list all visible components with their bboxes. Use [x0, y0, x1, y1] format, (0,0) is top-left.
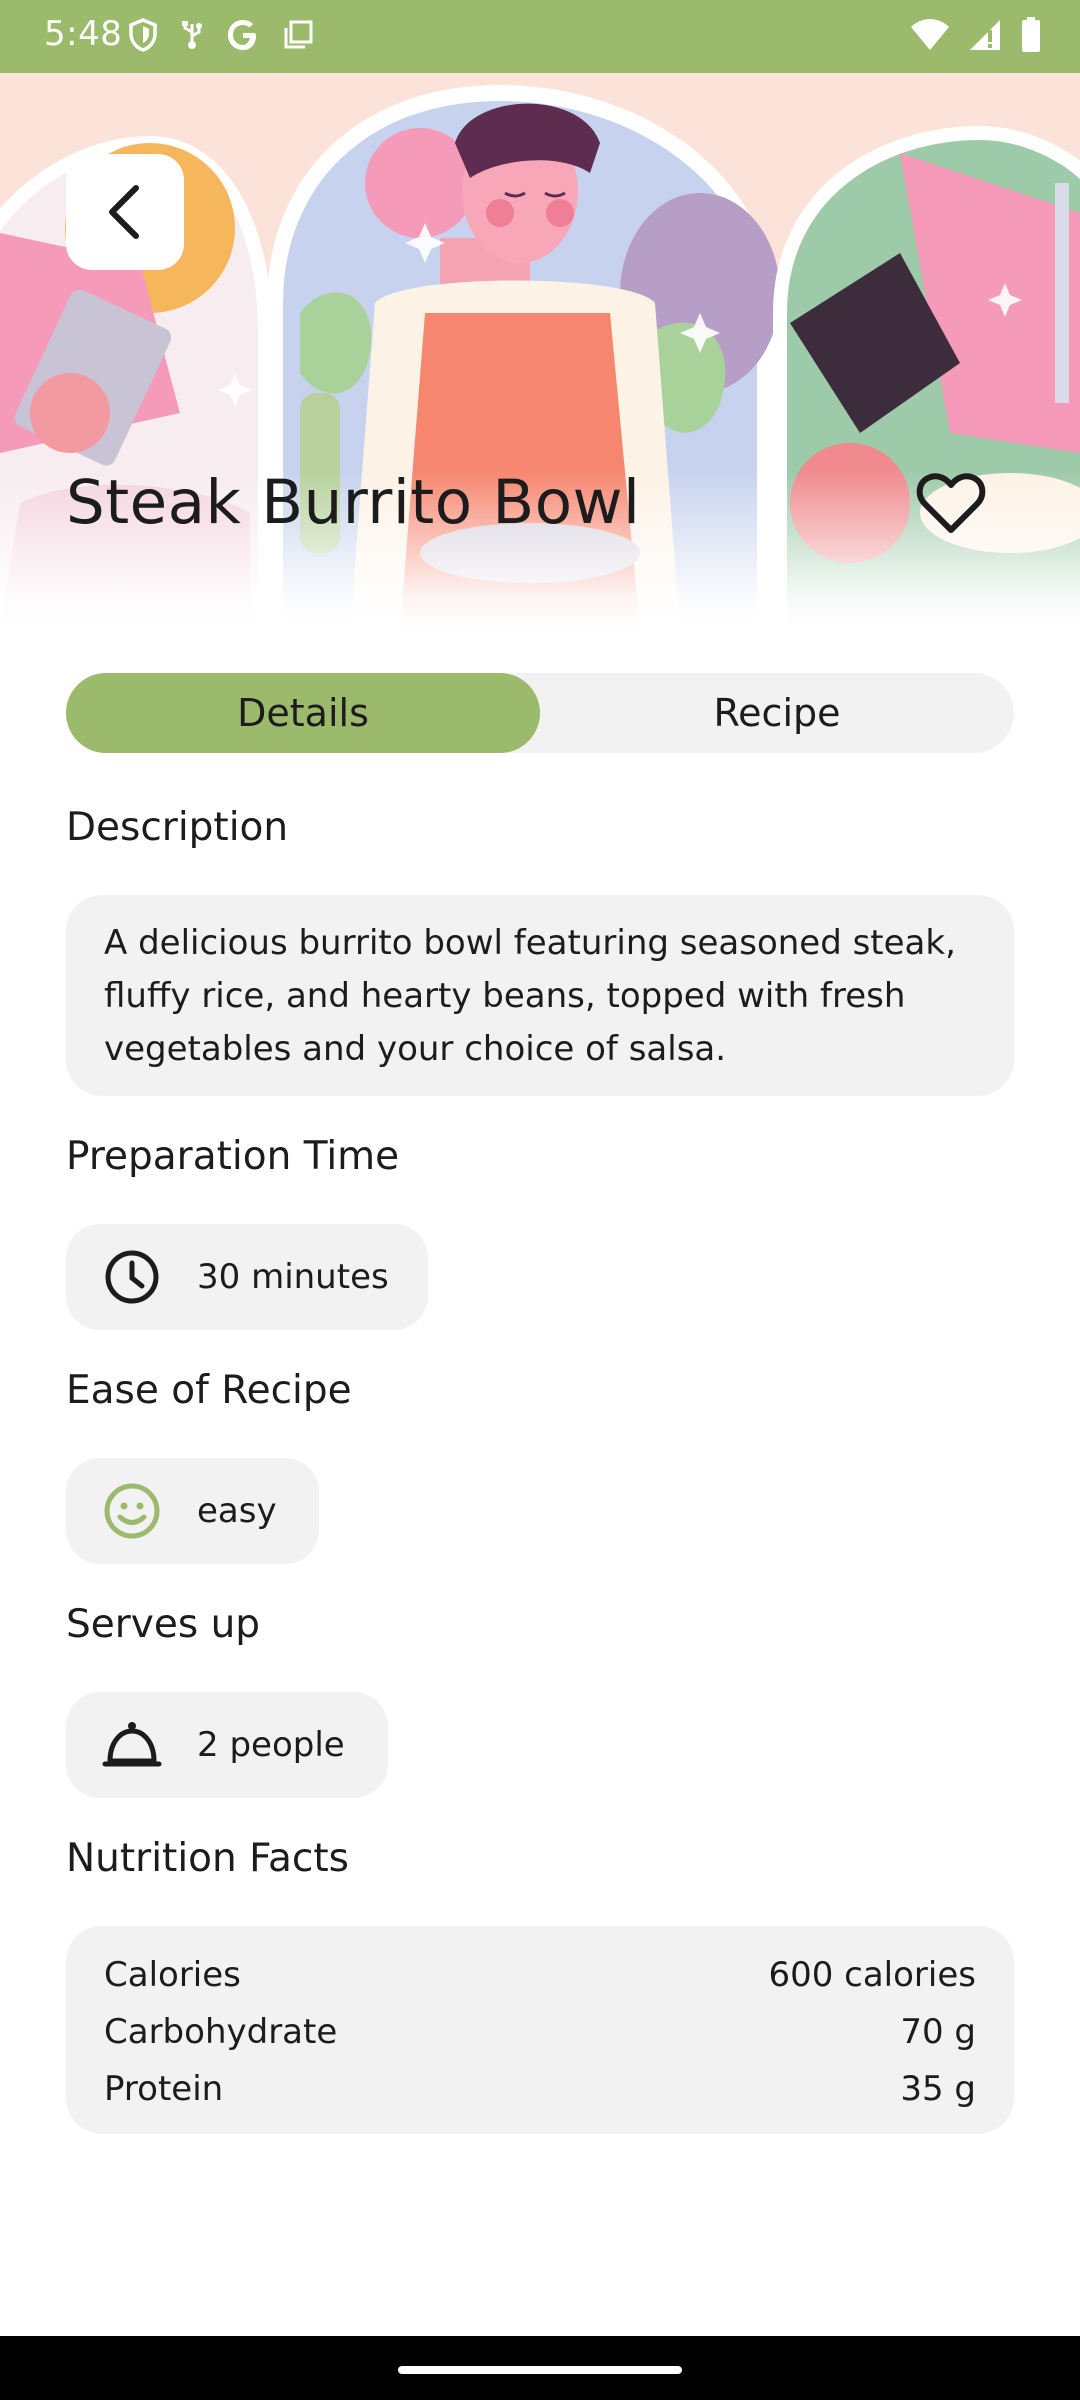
tab-recipe[interactable]: Recipe [540, 673, 1014, 753]
nutrition-card: Calories 600 calories Carbohydrate 70 g … [66, 1926, 1014, 2134]
smiley-icon [102, 1481, 162, 1541]
nutrition-label: Protein [104, 2068, 224, 2109]
serves-heading: Serves up [66, 1602, 261, 1647]
cloche-icon [102, 1715, 162, 1775]
serves-chip: 2 people [66, 1692, 388, 1798]
nutrition-value: 35 g [900, 2068, 976, 2109]
preparation-time-chip: 30 minutes [66, 1224, 428, 1330]
copy-icon [284, 20, 313, 49]
nutrition-value: 70 g [900, 2011, 976, 2052]
tab-details[interactable]: Details [66, 673, 540, 753]
google-icon [228, 20, 256, 50]
nutrition-row: Calories 600 calories [104, 1946, 976, 2003]
nutrition-label: Carbohydrate [104, 2011, 338, 2052]
serves-value: 2 people [197, 1725, 345, 1765]
nutrition-value: 600 calories [768, 1954, 976, 1995]
preparation-time-heading: Preparation Time [66, 1134, 400, 1179]
battery-icon [1022, 17, 1040, 52]
hero-banner: Steak Burrito Bowl [0, 73, 1080, 630]
signal-icon [970, 20, 1000, 50]
description-text: A delicious burrito bowl featuring seaso… [104, 923, 956, 1069]
preparation-time-value: 30 minutes [197, 1257, 389, 1297]
nutrition-row: Protein 35 g [104, 2060, 976, 2117]
recipe-title: Steak Burrito Bowl [66, 467, 641, 538]
favorite-button[interactable] [912, 466, 990, 540]
clock-icon [102, 1247, 162, 1307]
chevron-left-icon [109, 185, 139, 239]
wifi-icon [911, 19, 949, 50]
usb-icon [182, 21, 202, 49]
status-right-icons [910, 17, 1042, 53]
status-bar: 5:48 [0, 0, 1080, 73]
description-card: A delicious burrito bowl featuring seaso… [66, 895, 1014, 1096]
status-time: 5:48 [44, 14, 123, 54]
ease-heading: Ease of Recipe [66, 1368, 352, 1413]
shield-icon [129, 18, 157, 52]
ease-chip: easy [66, 1458, 319, 1564]
back-button[interactable] [66, 154, 184, 270]
home-indicator[interactable] [398, 2366, 682, 2374]
description-heading: Description [66, 805, 289, 850]
nutrition-label: Calories [104, 1954, 241, 1995]
nutrition-row: Carbohydrate 70 g [104, 2003, 976, 2060]
ease-value: easy [197, 1491, 277, 1531]
nutrition-heading: Nutrition Facts [66, 1836, 349, 1881]
heart-outline-icon [916, 473, 986, 533]
tab-bar: Details Recipe [66, 673, 1014, 753]
status-left-icons [128, 18, 314, 52]
